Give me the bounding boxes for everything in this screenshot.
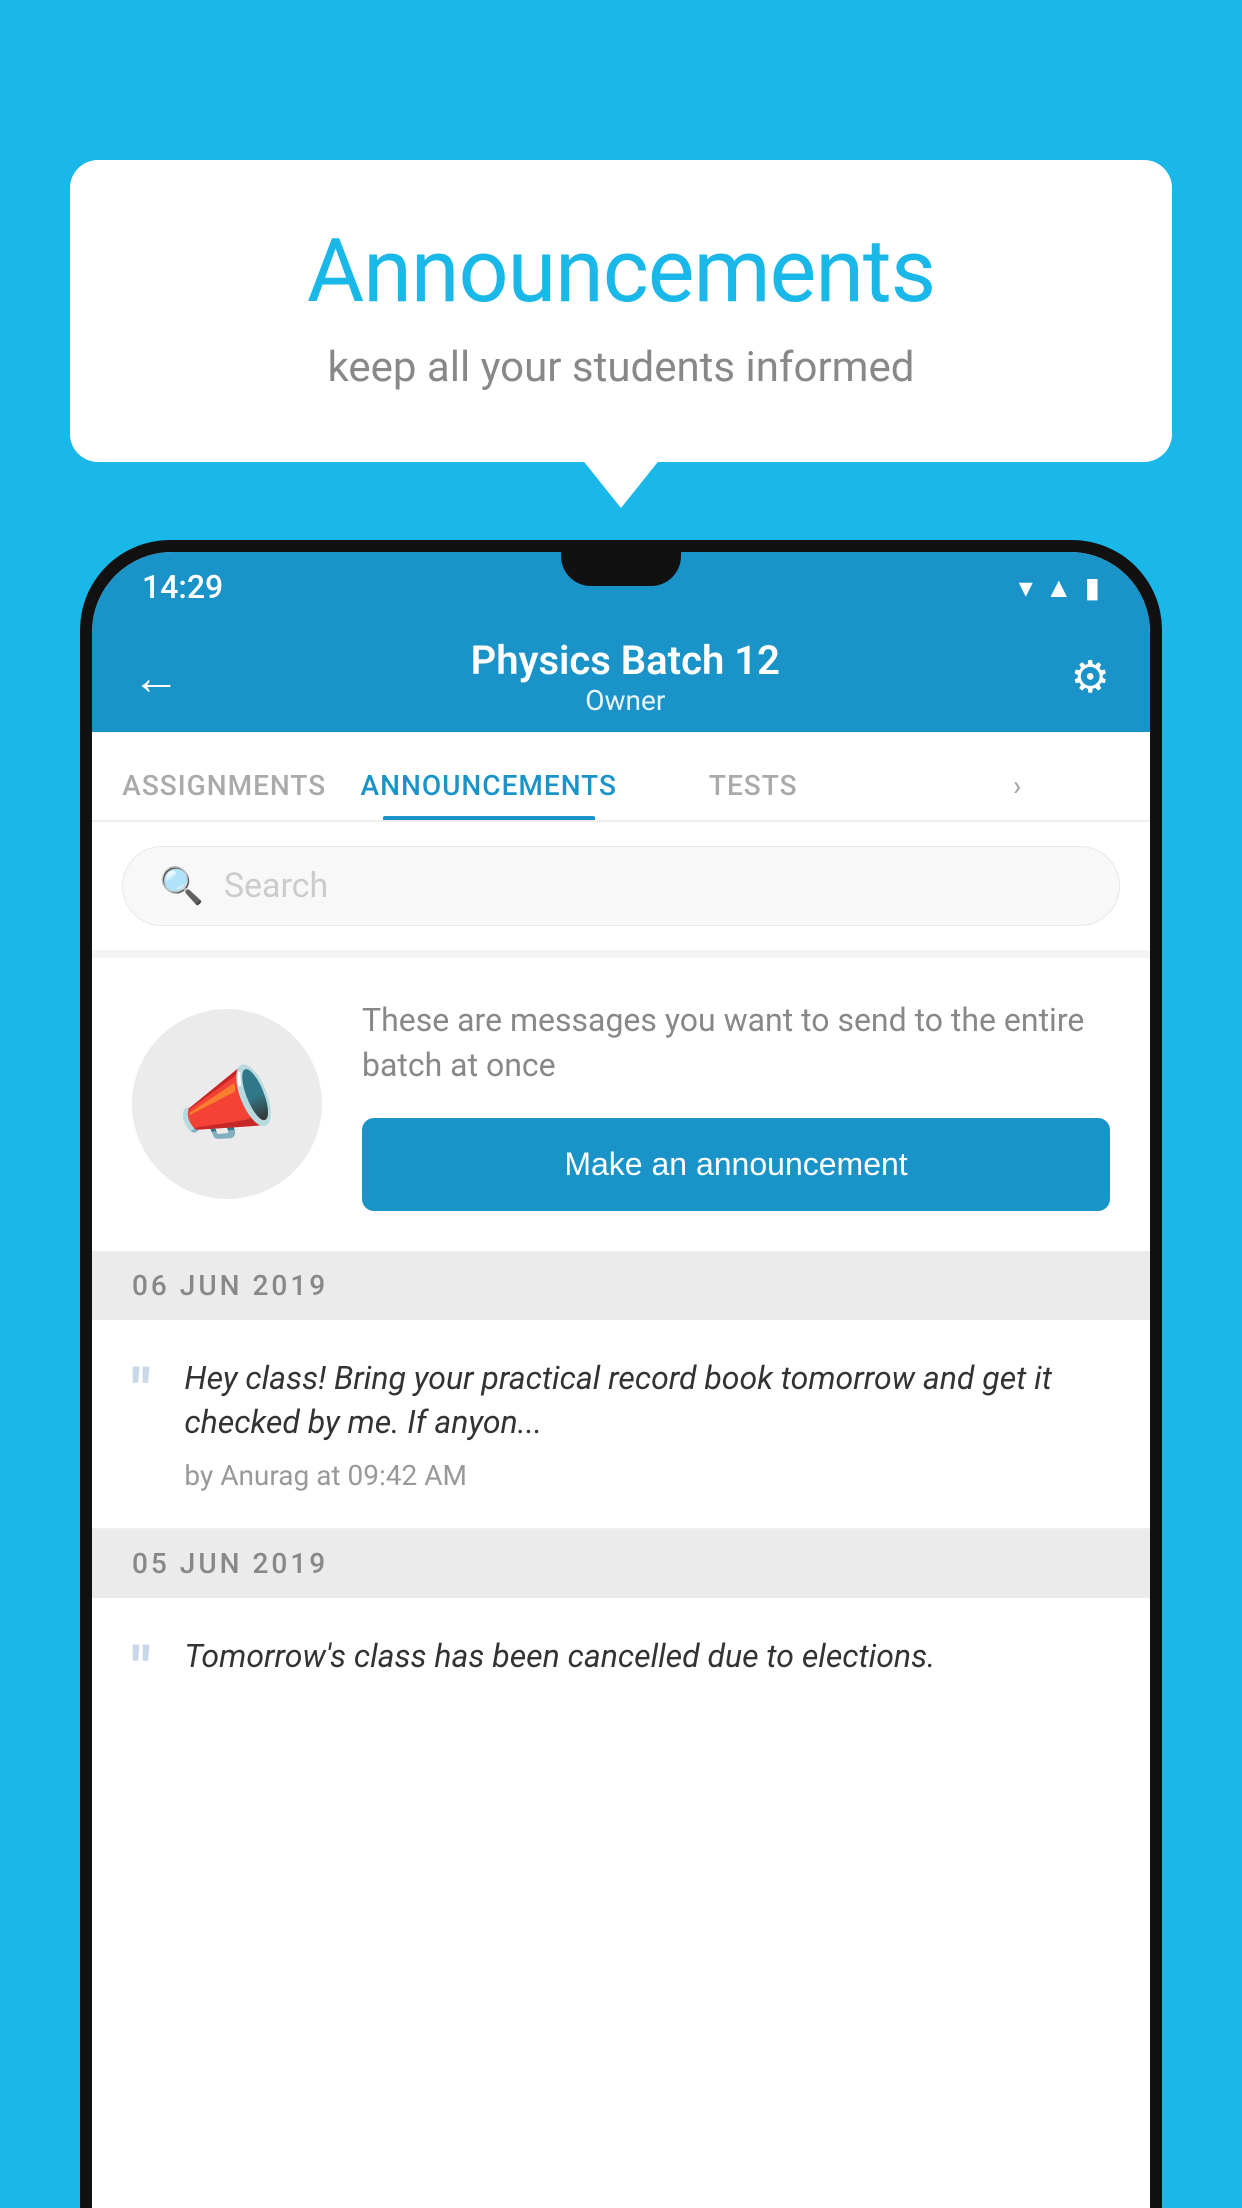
- announcement-text-2: Tomorrow's class has been cancelled due …: [184, 1634, 1110, 1679]
- signal-icon: ▲: [1045, 571, 1073, 604]
- batch-role: Owner: [471, 684, 780, 717]
- announcement-text-1: Hey class! Bring your practical record b…: [184, 1356, 1110, 1446]
- app-header: ← Physics Batch 12 Owner ⚙: [92, 622, 1150, 732]
- quote-icon-2: ": [132, 1640, 150, 1698]
- tabs-bar: ASSIGNMENTS ANNOUNCEMENTS TESTS ›: [92, 732, 1150, 822]
- phone-frame: 14:29 ▾ ▲ ▮ ← Physics Batch 12 Owner ⚙ A…: [80, 540, 1162, 2208]
- tab-tests[interactable]: TESTS: [621, 769, 886, 820]
- content-area: 🔍 Search 📣 These are messages you want t…: [92, 822, 1150, 1734]
- tab-assignments[interactable]: ASSIGNMENTS: [92, 769, 357, 820]
- announcement-item-2[interactable]: " Tomorrow's class has been cancelled du…: [92, 1598, 1150, 1734]
- megaphone-icon: 📣: [177, 1057, 277, 1151]
- announcement-meta-1: by Anurag at 09:42 AM: [184, 1459, 1110, 1492]
- status-icons: ▾ ▲ ▮: [1019, 571, 1100, 604]
- promo-icon-circle: 📣: [132, 1009, 322, 1199]
- search-icon: 🔍: [159, 865, 204, 907]
- tab-more[interactable]: ›: [886, 769, 1151, 820]
- date-separator-1: 06 JUN 2019: [92, 1251, 1150, 1320]
- header-center: Physics Batch 12 Owner: [471, 637, 780, 717]
- settings-icon[interactable]: ⚙: [1071, 651, 1110, 703]
- announcement-item-1[interactable]: " Hey class! Bring your practical record…: [92, 1320, 1150, 1530]
- make-announcement-button[interactable]: Make an announcement: [362, 1118, 1110, 1211]
- batch-title: Physics Batch 12: [471, 637, 780, 684]
- announcement-content-1: Hey class! Bring your practical record b…: [184, 1356, 1110, 1493]
- tab-announcements[interactable]: ANNOUNCEMENTS: [357, 769, 622, 820]
- wifi-icon: ▾: [1019, 571, 1033, 604]
- promo-block: 📣 These are messages you want to send to…: [92, 958, 1150, 1251]
- back-button[interactable]: ←: [132, 649, 180, 706]
- promo-right: These are messages you want to send to t…: [362, 998, 1110, 1211]
- promo-description: These are messages you want to send to t…: [362, 998, 1110, 1088]
- date-separator-2: 05 JUN 2019: [92, 1529, 1150, 1598]
- bubble-subtitle: keep all your students informed: [150, 343, 1092, 392]
- phone-screen: 14:29 ▾ ▲ ▮ ← Physics Batch 12 Owner ⚙ A…: [92, 552, 1150, 2208]
- status-time: 14:29: [142, 568, 223, 606]
- search-placeholder: Search: [224, 866, 328, 906]
- bubble-title: Announcements: [150, 220, 1092, 323]
- intro-section: Announcements keep all your students inf…: [70, 160, 1172, 462]
- search-container: 🔍 Search: [92, 822, 1150, 950]
- announcement-content-2: Tomorrow's class has been cancelled due …: [184, 1634, 1110, 1679]
- speech-bubble-card: Announcements keep all your students inf…: [70, 160, 1172, 462]
- battery-icon: ▮: [1085, 571, 1100, 604]
- quote-icon-1: ": [132, 1362, 150, 1420]
- phone-notch: [561, 552, 681, 586]
- search-bar[interactable]: 🔍 Search: [122, 846, 1120, 926]
